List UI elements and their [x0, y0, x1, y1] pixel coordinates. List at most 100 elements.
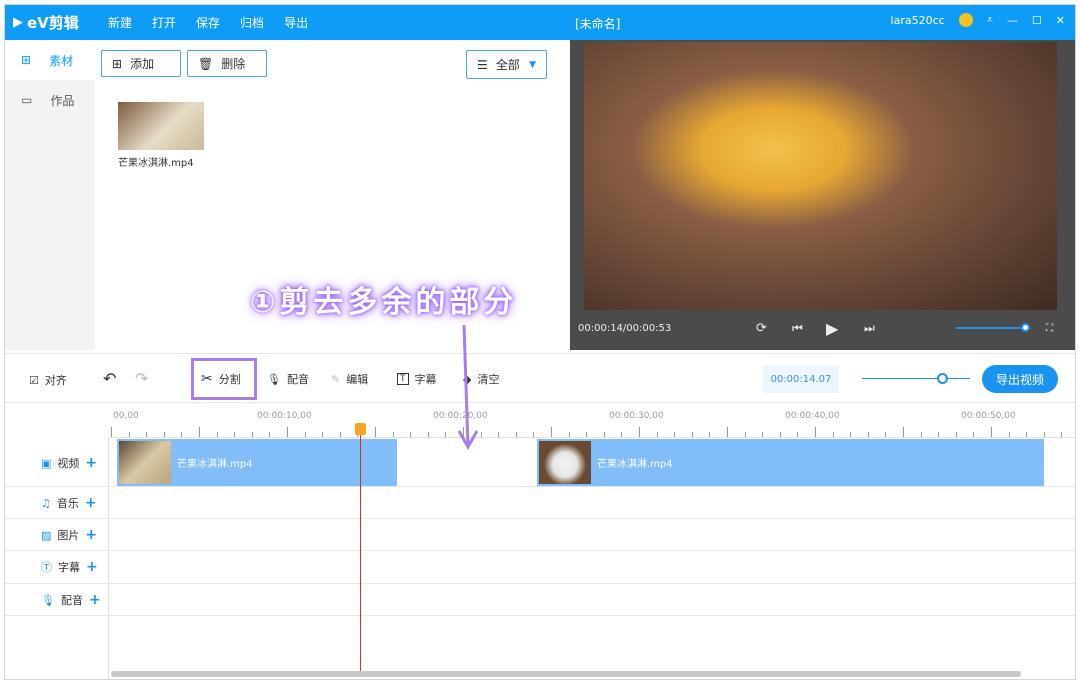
- sidebar-item-works[interactable]: ▭ 作品: [5, 80, 95, 120]
- vip-badge-icon[interactable]: [958, 13, 973, 27]
- clip-name: 芒果冰淇淋.mp4: [597, 459, 673, 470]
- ruler-tick: [392, 432, 394, 437]
- add-dub-icon[interactable]: +: [89, 592, 101, 608]
- filter-value: 全部: [495, 58, 520, 72]
- replay-icon[interactable]: ⟳: [756, 321, 767, 336]
- volume-slider[interactable]: [956, 327, 1026, 329]
- ruler-tick: [779, 432, 781, 437]
- ruler-tick: [955, 432, 957, 437]
- redo-icon[interactable]: ↷: [135, 369, 148, 388]
- app-name: eV剪辑: [27, 14, 79, 32]
- sidebar: ⊞ 素材 ▭ 作品: [5, 40, 95, 350]
- window-title: [未命名]: [575, 17, 621, 31]
- ruler-tick: [885, 432, 887, 437]
- edit-label: 编辑: [346, 373, 369, 386]
- add-file-icon: ⊞: [112, 56, 123, 71]
- sidebar-item-label: 作品: [50, 93, 75, 108]
- add-video-icon[interactable]: +: [85, 455, 97, 471]
- video-clip[interactable]: 芒果冰淇淋.mp4: [117, 439, 397, 486]
- ruler-label: 00:00:30,00: [609, 411, 664, 421]
- ruler-tick: [674, 432, 676, 437]
- dub-button[interactable]: 🎙 配音: [267, 371, 309, 387]
- zoom-slider-handle[interactable]: [937, 373, 948, 384]
- track-name: 图片: [57, 529, 80, 542]
- menu-open[interactable]: 打开: [152, 16, 176, 30]
- dropdown-menu-icon[interactable]: ⩡: [987, 13, 993, 27]
- microphone-icon: 🎙: [267, 372, 281, 386]
- timeline-ruler[interactable]: 00,00 00:00:10,00 00:00:20,00 00:00:30,00 00…: [109, 403, 1075, 438]
- sidebar-item-materials[interactable]: ⊞ 素材: [5, 40, 95, 80]
- timeline-zoom-slider[interactable]: [862, 378, 970, 379]
- chevron-down-icon: ▼: [529, 59, 536, 70]
- menu-save[interactable]: 保存: [196, 16, 220, 30]
- media-filename: 芒果冰淇淋.mp4: [118, 158, 194, 169]
- add-music-icon[interactable]: +: [85, 495, 97, 511]
- ruler-tick: [146, 432, 148, 437]
- folder-icon: ▭: [21, 93, 33, 107]
- current-time-display: 00:00:14.07: [763, 365, 839, 393]
- play-icon[interactable]: ▶: [826, 319, 838, 338]
- track-label-video: ▣ 视频 +: [41, 455, 97, 471]
- add-subtitle-icon[interactable]: +: [86, 559, 98, 575]
- ruler-tick: [727, 427, 728, 437]
- text-icon: Ⓣ: [41, 561, 52, 574]
- playhead-line[interactable]: [360, 425, 361, 675]
- annotation-caption: ①剪去多余的部分: [250, 285, 518, 320]
- clip-name: 芒果冰淇淋.mp4: [177, 459, 253, 470]
- grid-icon: ⊞: [21, 53, 32, 67]
- delete-label: 删除: [221, 57, 246, 71]
- music-note-icon: ♫: [41, 496, 51, 510]
- add-image-icon[interactable]: +: [85, 527, 97, 543]
- playback-time: 00:00:14/00:00:53: [578, 322, 672, 334]
- export-video-button[interactable]: 导出视频: [982, 365, 1058, 393]
- media-thumbnail[interactable]: [118, 102, 204, 150]
- edit-button[interactable]: ✎ 编辑: [331, 371, 368, 387]
- undo-icon[interactable]: ↶: [103, 369, 116, 388]
- menu-archive[interactable]: 归档: [240, 16, 264, 30]
- subtitle-button[interactable]: T 字幕: [397, 371, 437, 387]
- maximize-icon[interactable]: ☐: [1032, 14, 1042, 27]
- clip-thumbnail: [119, 441, 171, 484]
- track-name: 视频: [57, 457, 80, 470]
- split-highlight-box: [191, 358, 257, 400]
- previous-icon[interactable]: ⏮: [792, 321, 803, 336]
- volume-handle[interactable]: [1021, 323, 1030, 332]
- video-clip[interactable]: 芒果冰淇淋.mp4: [537, 439, 1044, 486]
- align-checkbox[interactable]: ☑ 对齐: [29, 372, 67, 388]
- ruler-tick: [111, 427, 112, 437]
- title-bar: ▶ eV剪辑 新建 打开 保存 归档 导出 [未命名] lara520cc ⩡ — ☐ ✕: [5, 5, 1075, 40]
- track-label-dub: 🎙 配音 +: [41, 592, 101, 608]
- add-label: 添加: [130, 57, 155, 71]
- track-name: 音乐: [56, 497, 79, 510]
- track-row-dub: [5, 584, 1075, 616]
- track-label-image: ▨ 图片 +: [41, 527, 97, 543]
- minimize-icon[interactable]: —: [1007, 14, 1018, 27]
- sidebar-item-label: 素材: [49, 53, 74, 68]
- track-label-music: ♫ 音乐 +: [41, 495, 97, 511]
- ruler-tick: [163, 432, 165, 437]
- menu-bar: 新建 打开 保存 归档 导出: [108, 14, 328, 31]
- ruler-tick: [128, 432, 130, 437]
- delete-button[interactable]: 🗑 删除: [187, 50, 267, 77]
- ruler-tick: [322, 432, 324, 437]
- playhead-handle[interactable]: [355, 423, 366, 435]
- ruler-tick: [762, 432, 764, 437]
- menu-new[interactable]: 新建: [108, 16, 132, 30]
- ruler-tick: [216, 432, 218, 437]
- fullscreen-icon[interactable]: ⛶: [1046, 323, 1053, 334]
- ruler-tick: [1043, 432, 1045, 437]
- menu-export[interactable]: 导出: [284, 16, 308, 30]
- username[interactable]: lara520cc: [891, 14, 945, 27]
- timeline-scrollbar[interactable]: [111, 671, 1021, 677]
- add-button[interactable]: ⊞ 添加: [101, 50, 181, 77]
- ruler-tick: [586, 432, 588, 437]
- filter-dropdown[interactable]: ☰ 全部 ▼: [466, 50, 547, 79]
- ruler-label: 00:00:50,00: [961, 411, 1016, 421]
- close-icon[interactable]: ✕: [1056, 14, 1065, 27]
- ruler-tick: [850, 432, 852, 437]
- ruler-tick: [709, 432, 711, 437]
- next-icon[interactable]: ⏭: [864, 321, 875, 336]
- ruler-tick: [427, 432, 429, 437]
- annotation-arrow-icon: [457, 324, 479, 451]
- ruler-tick: [234, 432, 236, 437]
